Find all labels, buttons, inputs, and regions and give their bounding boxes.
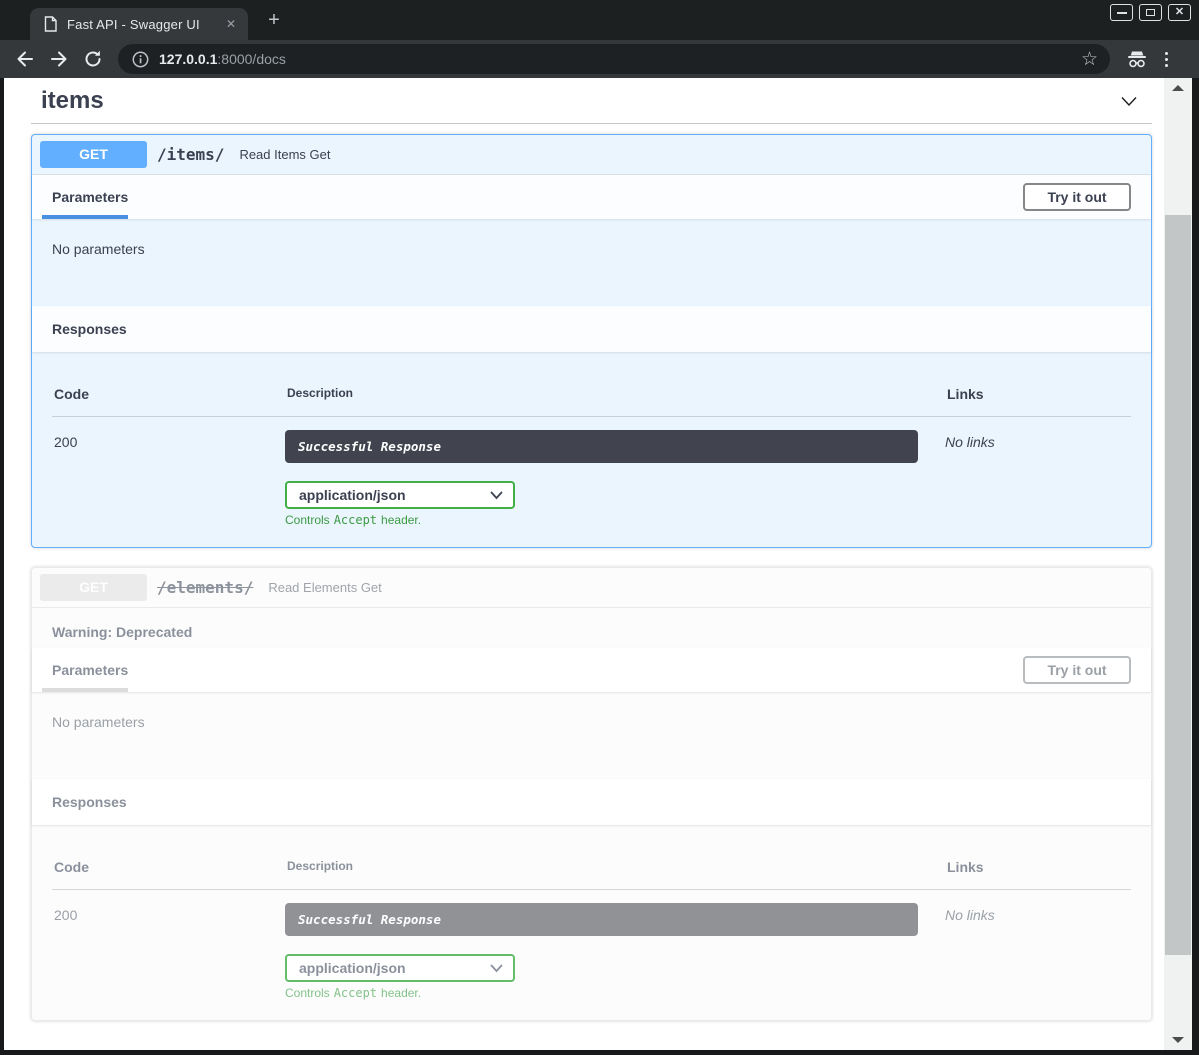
response-description-box: Successful Response [285, 430, 918, 463]
url-text[interactable]: 127.0.0.1:8000/docs [159, 51, 286, 67]
no-parameters-text: No parameters [52, 714, 1131, 730]
response-code: 200 [52, 430, 285, 450]
deprecated-warning: Warning: Deprecated [32, 608, 1151, 648]
column-header-code: Code [54, 386, 287, 402]
chevron-down-icon[interactable] [1118, 90, 1140, 112]
method-badge: GET [40, 574, 147, 601]
select-chevron-icon [490, 964, 503, 973]
new-tab-button[interactable]: + [262, 10, 286, 32]
endpoint-summary: Read Items Get [239, 147, 330, 162]
url-path: :8000/docs [217, 51, 286, 67]
scrollbar-up-arrow[interactable] [1172, 85, 1184, 91]
page-scrollbar[interactable] [1164, 78, 1192, 1050]
column-header-links: Links [947, 386, 1131, 402]
window-maximize-button[interactable] [1139, 4, 1162, 21]
accept-header-note: ControlsAcceptheader. [285, 513, 945, 527]
media-type-select[interactable]: application/json [285, 954, 515, 982]
accept-header-note: ControlsAcceptheader. [285, 986, 945, 1000]
browser-menu-icon[interactable] [1165, 52, 1168, 67]
parameters-header: Parameters Try it out [32, 648, 1151, 692]
method-badge: GET [40, 141, 147, 168]
responses-table-header: Code Description Links [52, 839, 1131, 890]
incognito-icon [1125, 48, 1149, 70]
column-header-links: Links [947, 859, 1131, 875]
endpoint-summary: Read Elements Get [268, 580, 381, 595]
column-header-description: Description [287, 859, 947, 873]
responses-title: Responses [52, 794, 127, 810]
back-button[interactable] [8, 42, 42, 76]
response-links: No links [945, 903, 1131, 923]
window-close-button[interactable]: ✕ [1168, 4, 1191, 21]
browser-toolbar: 127.0.0.1:8000/docs ☆ [0, 40, 1199, 78]
reload-button[interactable] [76, 42, 110, 76]
endpoint-path[interactable]: /items/ [157, 145, 224, 164]
tab-title: Fast API - Swagger UI [67, 17, 226, 32]
site-info-icon[interactable] [132, 51, 149, 68]
media-type-value: application/json [299, 960, 490, 976]
try-it-out-button[interactable]: Try it out [1023, 183, 1131, 211]
opblock-summary[interactable]: GET /items/ Read Items Get [32, 135, 1151, 175]
response-description: Successful Response [298, 912, 441, 927]
select-chevron-icon [490, 491, 503, 500]
tab-close-icon[interactable]: ✕ [226, 17, 236, 31]
address-bar[interactable]: 127.0.0.1:8000/docs ☆ [118, 44, 1110, 74]
scrollbar-thumb[interactable] [1165, 215, 1191, 955]
bookmark-star-icon[interactable]: ☆ [1081, 50, 1098, 69]
responses-title: Responses [52, 321, 127, 337]
browser-tab[interactable]: Fast API - Swagger UI ✕ [30, 8, 248, 40]
active-tab-underline [42, 688, 128, 692]
responses-header: Responses [32, 306, 1151, 352]
no-parameters-text: No parameters [52, 241, 1131, 257]
column-header-description: Description [287, 386, 947, 400]
window-minimize-button[interactable] [1110, 4, 1133, 21]
page-icon [44, 16, 57, 32]
column-header-code: Code [54, 859, 287, 875]
url-host: 127.0.0.1 [159, 51, 217, 67]
parameters-header: Parameters Try it out [32, 175, 1151, 219]
opblock-get-items: GET /items/ Read Items Get Parameters Tr… [31, 134, 1152, 548]
scrollbar-down-arrow[interactable] [1172, 1037, 1184, 1043]
try-it-out-button[interactable]: Try it out [1023, 656, 1131, 684]
browser-tab-bar: Fast API - Swagger UI ✕ + ✕ [0, 0, 1199, 40]
response-row: 200 Successful Response application/json… [52, 890, 1131, 1000]
endpoint-path[interactable]: /elements/ [157, 578, 253, 597]
tag-title: items [41, 87, 1118, 115]
media-type-select[interactable]: application/json [285, 481, 515, 509]
media-type-value: application/json [299, 487, 490, 503]
opblock-get-elements-deprecated: GET /elements/ Read Elements Get Warning… [31, 567, 1152, 1021]
response-links: No links [945, 430, 1131, 450]
tag-section-header[interactable]: items [31, 78, 1152, 124]
responses-table-header: Code Description Links [52, 366, 1131, 417]
opblock-summary[interactable]: GET /elements/ Read Elements Get [32, 568, 1151, 608]
response-description: Successful Response [298, 439, 441, 454]
page-content: items GET /items/ Read Items Get Paramet… [4, 78, 1164, 1050]
tab-parameters[interactable]: Parameters [52, 662, 128, 678]
response-code: 200 [52, 903, 285, 923]
response-description-box: Successful Response [285, 903, 918, 936]
active-tab-underline [42, 215, 128, 219]
responses-header: Responses [32, 779, 1151, 825]
forward-button[interactable] [42, 42, 76, 76]
response-row: 200 Successful Response application/json… [52, 417, 1131, 527]
tab-parameters[interactable]: Parameters [52, 189, 128, 205]
